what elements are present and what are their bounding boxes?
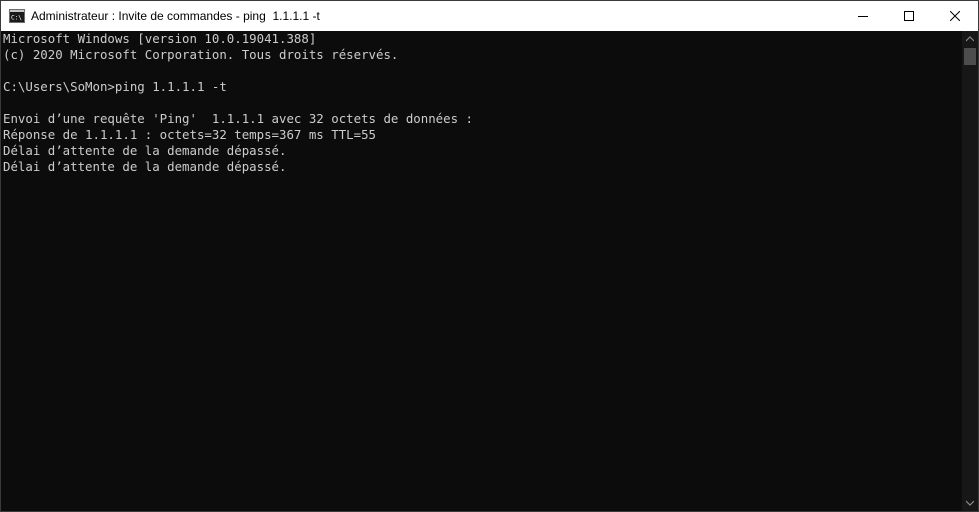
svg-text:C:\: C:\ <box>11 15 22 22</box>
scroll-down-button[interactable] <box>962 495 978 511</box>
close-button[interactable] <box>932 1 978 31</box>
console-line: Réponse de 1.1.1.1 : octets=32 temps=367… <box>3 127 376 142</box>
scroll-up-button[interactable] <box>962 31 978 47</box>
scroll-up-icon <box>966 36 974 42</box>
window-title: Administrateur : Invite de commandes - p… <box>31 9 320 23</box>
console-output[interactable]: Microsoft Windows [version 10.0.19041.38… <box>1 31 962 511</box>
console-line: Délai d’attente de la demande dépassé. <box>3 159 287 174</box>
minimize-icon <box>858 16 868 17</box>
command-prompt-window: C:\ Administrateur : Invite de commandes… <box>0 0 979 512</box>
console-line: Envoi d’une requête 'Ping' 1.1.1.1 avec … <box>3 111 473 126</box>
scroll-down-icon <box>966 500 974 506</box>
minimize-button[interactable] <box>840 1 886 31</box>
console-line: Microsoft Windows [version 10.0.19041.38… <box>3 31 317 46</box>
maximize-button[interactable] <box>886 1 932 31</box>
console-text: Microsoft Windows [version 10.0.19041.38… <box>1 31 962 175</box>
maximize-icon <box>904 11 914 21</box>
console-line: C:\Users\SoMon>ping 1.1.1.1 -t <box>3 79 227 94</box>
vertical-scrollbar[interactable] <box>962 31 978 511</box>
scroll-thumb[interactable] <box>964 48 976 65</box>
close-icon <box>950 11 960 21</box>
console-line: Délai d’attente de la demande dépassé. <box>3 143 287 158</box>
title-bar[interactable]: C:\ Administrateur : Invite de commandes… <box>1 1 978 31</box>
cmd-icon[interactable]: C:\ <box>9 8 25 24</box>
console-line: (c) 2020 Microsoft Corporation. Tous dro… <box>3 47 399 62</box>
